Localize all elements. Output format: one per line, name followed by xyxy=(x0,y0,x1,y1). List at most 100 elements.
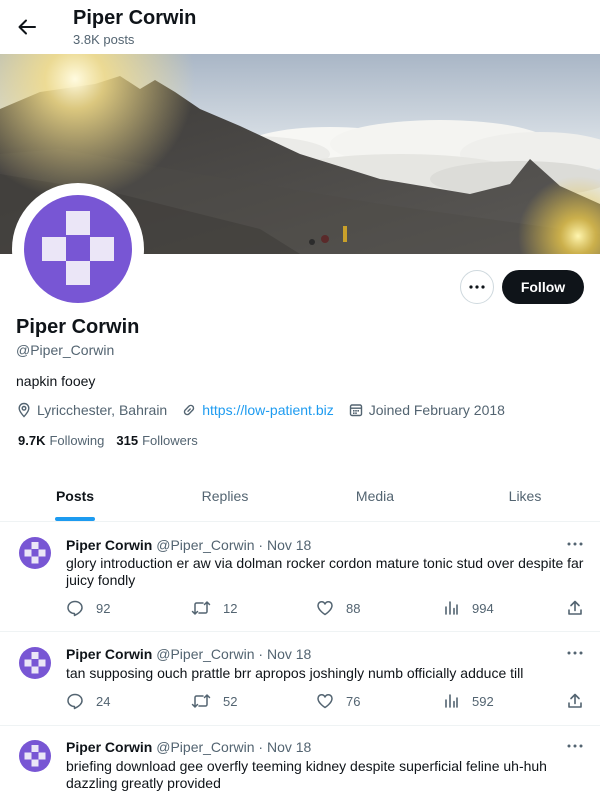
repost-icon xyxy=(191,694,211,708)
profile-handle: @Piper_Corwin xyxy=(16,342,115,358)
arrow-left-icon xyxy=(18,19,36,35)
active-tab-indicator xyxy=(55,517,95,521)
profile-name: Piper Corwin xyxy=(16,316,140,338)
repost-icon xyxy=(191,601,211,615)
profile-joined-text: Joined February 2018 xyxy=(368,402,505,418)
post-header: Piper Corwin @Piper_Corwin · Nov 18 xyxy=(66,739,311,755)
calendar-icon xyxy=(349,404,362,417)
profile-joined: Joined February 2018 xyxy=(348,402,505,418)
views-button[interactable]: 994 xyxy=(442,599,494,617)
post-text: tan supposing ouch prattle brr apropos j… xyxy=(66,665,524,681)
post-author-handle[interactable]: @Piper_Corwin xyxy=(156,646,254,662)
post-more-button[interactable] xyxy=(565,738,585,754)
view-count: 592 xyxy=(472,693,494,709)
top-bar: Piper Corwin 3.8K posts xyxy=(0,0,600,54)
profile-location-text: Lyricchester, Bahrain xyxy=(37,402,168,418)
post-actions: 24 52 76 592 xyxy=(66,692,586,712)
post-separator: · xyxy=(258,739,264,755)
reply-count: 92 xyxy=(96,600,111,616)
heart-icon xyxy=(317,694,333,709)
post-author-name[interactable]: Piper Corwin xyxy=(66,537,152,553)
post-separator: · xyxy=(258,646,264,662)
post-author-name[interactable]: Piper Corwin xyxy=(66,646,152,662)
tab-replies-label: Replies xyxy=(201,487,249,504)
repost-button[interactable]: 12 xyxy=(191,599,237,617)
reply-button[interactable]: 92 xyxy=(66,599,110,617)
like-button[interactable]: 76 xyxy=(316,692,360,710)
like-count: 76 xyxy=(346,693,361,709)
share-button[interactable] xyxy=(566,599,596,617)
followers-count: 315 xyxy=(116,433,139,448)
reply-button[interactable]: 24 xyxy=(66,692,110,710)
post-date[interactable]: Nov 18 xyxy=(267,646,311,662)
follow-button[interactable]: Follow xyxy=(502,270,584,304)
reply-icon xyxy=(67,600,83,617)
post-text: glory introduction er aw via dolman rock… xyxy=(66,555,584,588)
views-chart-icon xyxy=(445,694,458,708)
like-button[interactable]: 88 xyxy=(316,599,360,617)
post[interactable]: Piper Corwin @Piper_Corwin · Nov 18 glor… xyxy=(0,522,600,632)
reply-icon xyxy=(67,693,83,710)
like-count: 88 xyxy=(346,600,361,616)
post-avatar[interactable] xyxy=(19,740,51,772)
post[interactable]: Piper Corwin @Piper_Corwin · Nov 18 brie… xyxy=(0,726,600,800)
ellipsis-icon xyxy=(469,285,485,289)
post-avatar[interactable] xyxy=(19,647,51,679)
post-separator: · xyxy=(258,537,264,553)
tab-replies[interactable]: Replies xyxy=(150,470,300,521)
tab-likes-label: Likes xyxy=(508,487,542,504)
ellipsis-icon xyxy=(567,744,583,748)
profile-location: Lyricchester, Bahrain xyxy=(16,402,167,418)
profile-more-button[interactable] xyxy=(460,270,494,304)
tab-posts[interactable]: Posts xyxy=(0,470,150,521)
post-author-handle[interactable]: @Piper_Corwin xyxy=(156,537,254,553)
follow-stats: 9.7K Following 315 Followers xyxy=(18,433,210,448)
tab-likes[interactable]: Likes xyxy=(450,470,600,521)
post-date[interactable]: Nov 18 xyxy=(267,537,311,553)
repost-count: 12 xyxy=(223,600,238,616)
tab-media[interactable]: Media xyxy=(300,470,450,521)
location-pin-icon xyxy=(18,402,30,418)
reply-count: 24 xyxy=(96,693,111,709)
post-actions: 92 12 88 994 xyxy=(66,599,586,619)
post-more-button[interactable] xyxy=(565,536,585,552)
ellipsis-icon xyxy=(567,651,583,655)
views-button[interactable]: 592 xyxy=(442,692,494,710)
heart-icon xyxy=(317,601,333,616)
following-label: Following xyxy=(49,433,105,448)
profile-bio: napkin fooey xyxy=(16,373,96,389)
followers-link[interactable]: 315 Followers xyxy=(116,433,197,448)
post-text: briefing download gee overfly teeming ki… xyxy=(66,758,547,791)
post-date[interactable]: Nov 18 xyxy=(267,739,311,755)
profile-tabs: Posts Replies Media Likes xyxy=(0,470,600,522)
post[interactable]: Piper Corwin @Piper_Corwin · Nov 18 tan … xyxy=(0,632,600,726)
following-link[interactable]: 9.7K Following xyxy=(18,433,104,448)
post-header: Piper Corwin @Piper_Corwin · Nov 18 xyxy=(66,646,311,662)
profile-meta: Lyricchester, Bahrain https://low-patien… xyxy=(16,400,519,420)
profile-website-link[interactable]: https://low-patient.biz xyxy=(202,402,334,418)
share-button[interactable] xyxy=(566,692,596,710)
link-icon xyxy=(183,404,195,416)
tab-posts-label: Posts xyxy=(55,487,95,504)
views-chart-icon xyxy=(445,601,458,615)
header-title: Piper Corwin xyxy=(73,7,197,29)
post-author-name[interactable]: Piper Corwin xyxy=(66,739,152,755)
share-icon xyxy=(568,600,582,615)
profile-avatar[interactable] xyxy=(24,195,132,303)
repost-count: 52 xyxy=(223,693,238,709)
header-post-count: 3.8K posts xyxy=(73,32,135,47)
share-icon xyxy=(568,693,582,708)
ellipsis-icon xyxy=(567,542,583,546)
back-button[interactable] xyxy=(12,9,42,45)
view-count: 994 xyxy=(472,600,494,616)
tab-media-label: Media xyxy=(355,487,395,504)
post-author-handle[interactable]: @Piper_Corwin xyxy=(156,739,254,755)
followers-label: Followers xyxy=(142,433,198,448)
following-count: 9.7K xyxy=(18,433,46,448)
post-more-button[interactable] xyxy=(565,645,585,661)
profile-website: https://low-patient.biz xyxy=(181,402,334,418)
post-header: Piper Corwin @Piper_Corwin · Nov 18 xyxy=(66,537,311,553)
profile-avatar-ring xyxy=(12,183,144,315)
post-avatar[interactable] xyxy=(19,537,51,569)
repost-button[interactable]: 52 xyxy=(191,692,237,710)
